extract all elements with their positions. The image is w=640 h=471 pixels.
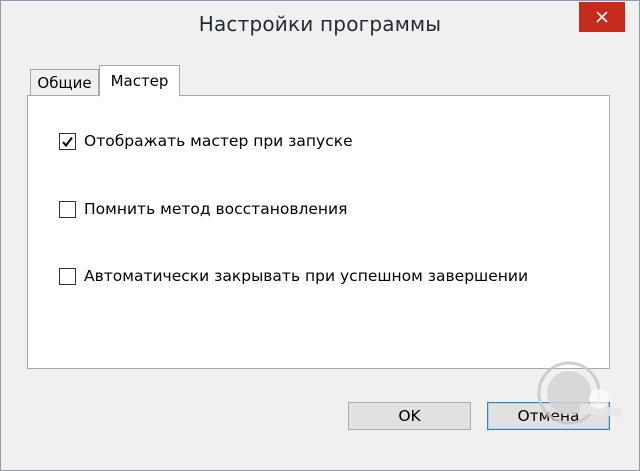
remember-method-checkbox[interactable]: [59, 200, 76, 218]
show-wizard-label: Отображать мастер при запуске: [84, 132, 353, 150]
ok-button[interactable]: OK: [348, 402, 471, 430]
close-icon: [596, 11, 608, 23]
option-auto-close[interactable]: Автоматически закрывать при успешном зав…: [59, 267, 528, 285]
auto-close-label: Автоматически закрывать при успешном зав…: [84, 267, 529, 285]
show-wizard-checkbox[interactable]: [59, 132, 76, 150]
tab-wizard[interactable]: Мастер: [99, 65, 180, 97]
settings-dialog: Настройки программы Общие Мастер Отображ…: [0, 0, 640, 471]
auto-close-checkbox[interactable]: [59, 267, 76, 285]
remember-method-label: Помнить метод восстановления: [84, 200, 348, 218]
close-button[interactable]: [579, 2, 625, 32]
watermark-logo: [529, 357, 633, 429]
wizard-tab-panel: Отображать мастер при запуске Помнить ме…: [27, 95, 610, 369]
option-show-wizard[interactable]: Отображать мастер при запуске: [59, 132, 353, 150]
checkmark-icon: [62, 136, 73, 147]
tab-general[interactable]: Общие: [30, 69, 99, 96]
title-bar: Настройки программы: [1, 1, 639, 51]
window-title: Настройки программы: [198, 12, 442, 36]
option-remember-method[interactable]: Помнить метод восстановления: [59, 200, 347, 218]
